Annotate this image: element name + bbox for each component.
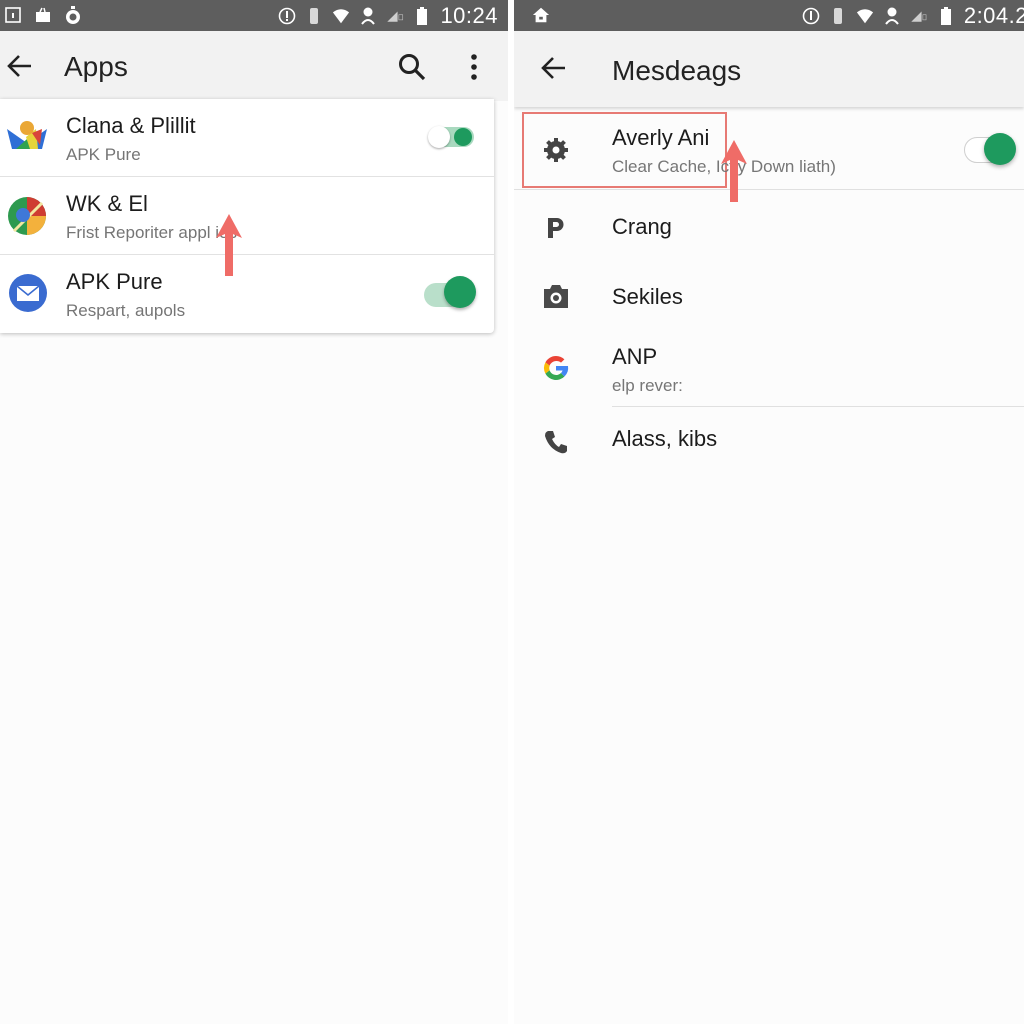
item-subtitle: APK Pure	[66, 145, 141, 164]
search-icon[interactable]	[396, 51, 428, 83]
app-toggle[interactable]	[424, 275, 478, 311]
divider	[612, 406, 1024, 407]
chrome-like-app-icon	[6, 195, 48, 237]
arrow-up-annotation	[721, 140, 747, 202]
parking-p-icon	[540, 212, 572, 244]
arrow-up-annotation	[216, 214, 242, 276]
item-title: WK & El	[66, 191, 148, 216]
list-item[interactable]: Averly Ani Clear Cache, Ictly Down liath…	[514, 107, 1024, 190]
toggle-thumb-on	[444, 276, 476, 308]
status-bar: 10:24	[0, 0, 508, 31]
data-saver-icon	[883, 6, 901, 26]
home-icon	[532, 5, 550, 25]
app-bar: Mesdeags	[514, 31, 1024, 107]
settings-list: Averly Ani Clear Cache, Ictly Down liath…	[514, 107, 1024, 482]
alert-icon	[278, 6, 296, 26]
signal-icon	[910, 6, 928, 26]
item-title: Clana & Plillit	[66, 113, 196, 138]
camera-icon	[540, 280, 572, 312]
right-screen: 2:04.2 Mesdeags Averly Ani Clear Cache, …	[514, 0, 1024, 1024]
item-subtitle: Respart, aupols	[66, 301, 186, 320]
page-title: Mesdeags	[612, 55, 742, 86]
arrow-back-icon[interactable]	[6, 53, 34, 79]
vibrate-icon	[305, 6, 323, 26]
list-item[interactable]: Alass, kibs	[514, 412, 1024, 482]
alert-icon	[802, 6, 820, 26]
toggle-thumb-off	[428, 126, 450, 148]
left-screen: 10:24 Apps Clana & Plillit APK Pure WK &…	[0, 0, 508, 1024]
list-item[interactable]: Clana & Plillit APK Pure	[0, 99, 494, 177]
item-subtitle: elp rever:	[612, 376, 683, 395]
battery-icon	[937, 6, 955, 26]
google-g-icon	[540, 352, 572, 384]
wifi-icon	[856, 6, 874, 26]
status-time: 10:24	[440, 3, 498, 28]
item-subtitle: Frist Reporiter appl ies	[66, 223, 238, 242]
list-item[interactable]: Sekiles	[514, 262, 1024, 332]
item-title: Alass, kibs	[612, 426, 718, 451]
timer-icon	[64, 5, 82, 25]
app-toggle[interactable]	[428, 126, 476, 148]
bag-icon	[34, 5, 52, 25]
toggle-thumb-on	[454, 128, 472, 146]
item-title: APK Pure	[66, 269, 163, 294]
list-item[interactable]: Crang	[514, 190, 1024, 262]
list-item[interactable]: ANP elp rever:	[514, 332, 1024, 412]
list-item[interactable]: WK & El Frist Reporiter appl ies	[0, 177, 494, 255]
settings-gear-icon	[540, 134, 572, 166]
item-title: Averly Ani	[612, 125, 710, 150]
toggle-thumb-on	[984, 133, 1016, 165]
arrow-back-icon[interactable]	[540, 55, 568, 81]
page-title: Apps	[64, 51, 128, 82]
data-saver-icon	[359, 6, 377, 26]
more-vert-icon[interactable]	[458, 51, 490, 83]
item-title: Crang	[612, 214, 672, 239]
wifi-icon	[332, 6, 350, 26]
list-item[interactable]: APK Pure Respart, aupols	[0, 255, 494, 333]
bird-app-icon	[6, 117, 48, 159]
app-bar: Apps	[0, 31, 508, 101]
vibrate-icon	[829, 6, 847, 26]
item-title: Sekiles	[612, 284, 683, 309]
apps-list: Clana & Plillit APK Pure WK & El Frist R…	[0, 99, 494, 333]
app-toggle[interactable]	[964, 133, 1018, 167]
screenshot-icon	[4, 5, 22, 25]
battery-icon	[413, 6, 431, 26]
mail-app-icon	[8, 273, 50, 315]
phone-icon	[540, 426, 572, 458]
status-time: 2:04.2	[963, 3, 1024, 28]
item-title: ANP	[612, 344, 658, 369]
status-bar: 2:04.2	[514, 0, 1024, 31]
signal-icon	[386, 6, 404, 26]
